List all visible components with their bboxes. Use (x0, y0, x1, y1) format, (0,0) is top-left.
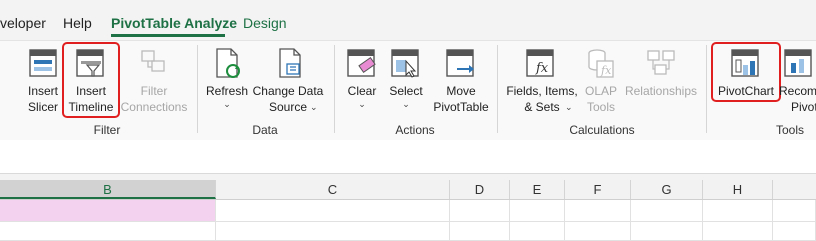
grid-cell[interactable] (510, 222, 565, 241)
insert-slicer-button[interactable]: Insert Slicer (22, 47, 64, 115)
select-icon (391, 49, 419, 78)
group-label-tools: Tools (775, 123, 804, 137)
svg-text:fx: fx (600, 64, 612, 77)
grid-cell[interactable] (0, 222, 216, 241)
pivotchart-highlight (711, 42, 781, 102)
clear-button[interactable]: Clear ⌄ (342, 47, 382, 109)
grid-cell[interactable] (216, 200, 450, 222)
grid-cell[interactable] (565, 222, 631, 241)
column-header-b[interactable]: B (0, 180, 216, 199)
group-separator (497, 45, 498, 133)
slicer-icon (29, 49, 57, 77)
recommended-pivotcharts-button[interactable]: Recom Pivot (779, 47, 816, 115)
recommended-chart-icon (784, 49, 812, 77)
olap-tools-icon: fx (588, 49, 614, 78)
column-header-e[interactable]: E (510, 180, 565, 199)
insert-timeline-highlight (62, 42, 120, 118)
column-header-row: B C D E F G H (0, 180, 816, 200)
relationships-icon (647, 50, 675, 75)
worksheet-grid (0, 200, 816, 241)
tab-pivottable-analyze[interactable]: PivotTable Analyze (111, 14, 237, 32)
group-label-filter: Filter (93, 123, 121, 137)
column-header-g[interactable]: G (631, 180, 703, 199)
select-button[interactable]: Select ⌄ (385, 47, 427, 109)
group-separator (706, 45, 707, 133)
grid-cell[interactable] (703, 200, 773, 222)
olap-tools-button[interactable]: fx OLAP Tools (581, 47, 621, 115)
tab-help[interactable]: Help (63, 14, 92, 32)
group-label-calculations: Calculations (569, 123, 635, 137)
chevron-down-icon: ⌄ (358, 99, 366, 109)
ribbon-tab-bar: veloper Help PivotTable Analyze Design (0, 0, 816, 42)
column-header-c[interactable]: C (216, 180, 450, 199)
refresh-button[interactable]: Refresh ⌄ (203, 47, 251, 109)
column-header-f[interactable]: F (565, 180, 631, 199)
grid-cell[interactable] (631, 200, 703, 222)
grid-cell[interactable] (450, 222, 510, 241)
move-pivottable-button[interactable]: Move PivotTable (429, 47, 493, 115)
refresh-icon (216, 48, 240, 78)
clear-icon (347, 49, 376, 77)
grid-cell[interactable] (450, 200, 510, 222)
chevron-down-icon: ⌄ (223, 99, 231, 109)
relationships-button[interactable]: Relationships (624, 47, 698, 99)
grid-cell[interactable] (703, 222, 773, 241)
chevron-down-icon: ⌄ (565, 102, 573, 112)
grid-cell[interactable] (631, 222, 703, 241)
grid-cell[interactable] (773, 200, 816, 222)
filter-connections-button[interactable]: Filter Connections (118, 47, 190, 115)
group-separator (197, 45, 198, 133)
grid-cell[interactable] (510, 200, 565, 222)
change-data-source-icon (279, 48, 301, 78)
grid-cell[interactable] (773, 222, 816, 241)
tab-design[interactable]: Design (243, 14, 287, 32)
active-tab-indicator (111, 34, 225, 37)
chevron-down-icon: ⌄ (310, 102, 318, 112)
column-header-h[interactable]: H (703, 180, 773, 199)
group-label-actions: Actions (395, 123, 435, 137)
fields-items-sets-button[interactable]: fx Fields, Items, & Sets ⌄ (503, 47, 581, 115)
move-pivottable-icon (446, 49, 474, 77)
change-data-source-button[interactable]: Change Data Source ⌄ (252, 47, 324, 115)
formula-bar[interactable] (0, 140, 816, 174)
svg-text:fx: fx (535, 61, 549, 76)
filter-connections-icon (141, 50, 165, 72)
ribbon: Insert Slicer Insert Timeline Filter Con… (0, 40, 816, 141)
tab-developer[interactable]: veloper (0, 14, 46, 32)
cell-b-selected[interactable] (0, 200, 216, 222)
column-header-d[interactable]: D (450, 180, 510, 199)
fx-icon: fx (526, 49, 554, 77)
group-label-data: Data (252, 123, 278, 137)
chevron-down-icon: ⌄ (402, 99, 410, 109)
grid-cell[interactable] (565, 200, 631, 222)
group-separator (334, 45, 335, 133)
grid-cell[interactable] (216, 222, 450, 241)
